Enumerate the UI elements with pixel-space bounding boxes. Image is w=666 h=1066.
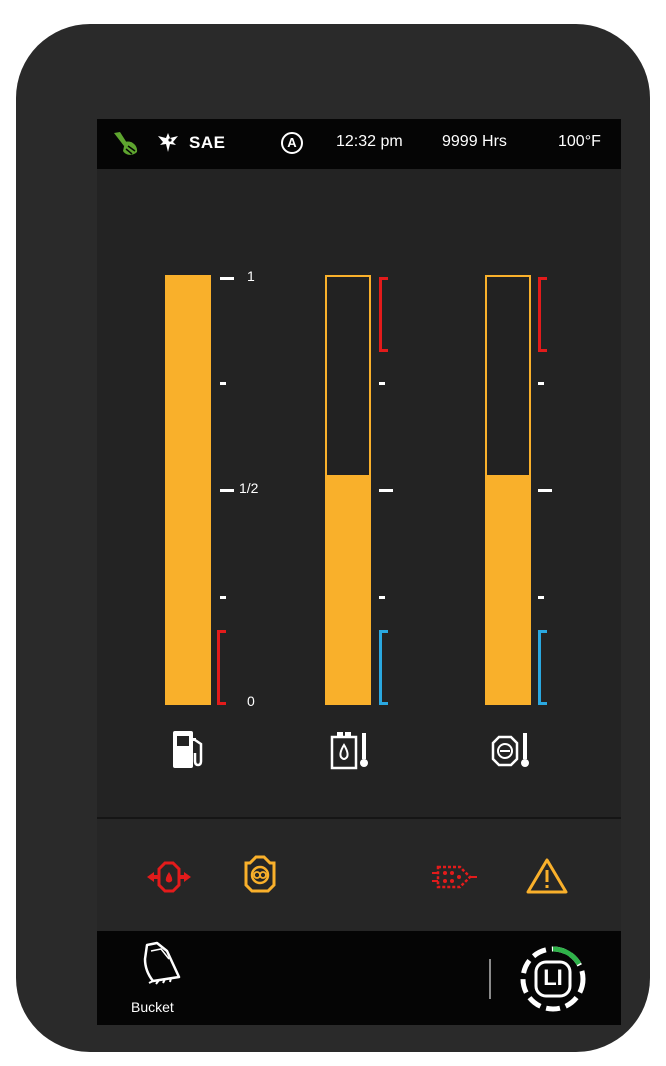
- hydraulic-tick-mid: [379, 489, 393, 492]
- lift-mode-dial[interactable]: LI: [517, 943, 589, 1015]
- caution-triangle-icon[interactable]: [525, 857, 569, 900]
- fuel-tick-three-quarter: [220, 382, 226, 385]
- coolant-tick-high: [538, 382, 544, 385]
- fuel-pump-icon: [170, 729, 210, 776]
- fuel-gauge-fill: [165, 275, 211, 705]
- hydraulic-cold-zone: [379, 630, 388, 705]
- display-bezel: SAE A 12:32 pm 9999 Hrs 100°F 1 1/2 0 Bu…: [16, 24, 650, 1052]
- coolant-tick-low: [538, 596, 544, 599]
- attachment-selector[interactable]: Bucket: [125, 939, 197, 1019]
- coolant-temp-fill: [487, 475, 529, 703]
- units-indicator: SAE: [189, 133, 226, 152]
- bottom-bar-separator: [489, 959, 491, 999]
- hydraulic-temp-fill: [327, 475, 369, 703]
- engine-oil-pressure-icon[interactable]: [145, 859, 193, 900]
- coolant-temp-gauge: [485, 275, 531, 705]
- excavator-arm-icon: [111, 129, 141, 166]
- fuel-tick-full: [220, 277, 234, 280]
- fuel-tick-half: [220, 489, 234, 492]
- engine-check-icon[interactable]: [242, 853, 278, 898]
- fuel-label-full: 1: [247, 268, 255, 284]
- hydraulic-hot-zone: [379, 277, 388, 352]
- attachment-label: Bucket: [131, 999, 174, 1015]
- auto-mode-icon: A: [281, 132, 303, 154]
- coolant-tick-mid: [538, 489, 552, 492]
- hydraulic-tick-high: [379, 382, 385, 385]
- fuel-gauge: [165, 275, 211, 705]
- bottom-bar: Bucket LI: [97, 931, 621, 1025]
- clock: 12:32 pm: [336, 133, 403, 150]
- hydraulic-temp-gauge: [325, 275, 371, 705]
- hydraulic-temp-icon: [329, 729, 373, 776]
- status-bar: SAE A 12:32 pm 9999 Hrs 100°F: [97, 119, 621, 169]
- coolant-hot-zone: [538, 277, 547, 352]
- gauge-panel: 1 1/2 0: [97, 169, 621, 817]
- coolant-cold-zone: [538, 630, 547, 705]
- warning-lamp-row: [97, 819, 621, 931]
- fuel-tick-quarter: [220, 596, 226, 599]
- coolant-temp-icon: [487, 729, 533, 776]
- fuel-low-zone: [217, 630, 226, 705]
- hour-meter: 9999 Hrs: [442, 133, 507, 150]
- ambient-temperature: 100°F: [558, 133, 601, 150]
- fuel-label-half: 1/2: [239, 480, 259, 496]
- lift-mode-label: LI: [543, 965, 563, 990]
- eagle-icon: [157, 131, 179, 160]
- diesel-particulate-filter-icon[interactable]: [432, 859, 478, 900]
- hydraulic-tick-low: [379, 596, 385, 599]
- bucket-icon: [137, 941, 187, 990]
- display-screen: SAE A 12:32 pm 9999 Hrs 100°F 1 1/2 0 Bu…: [97, 119, 621, 1025]
- fuel-label-empty: 0: [247, 693, 255, 709]
